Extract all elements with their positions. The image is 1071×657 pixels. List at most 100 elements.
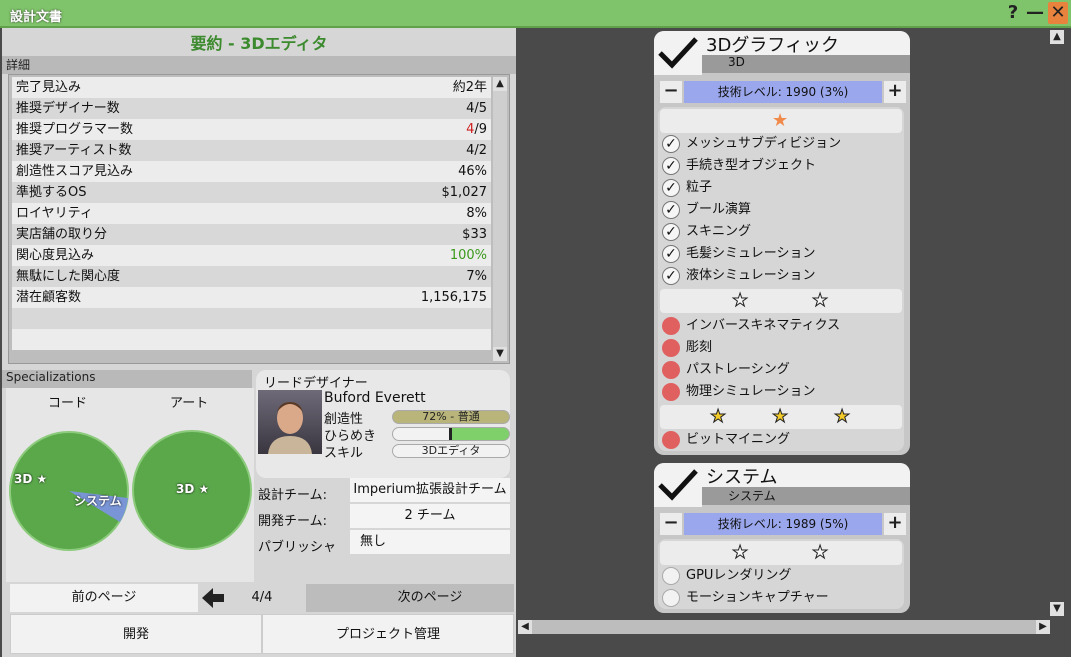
scroll-down-icon[interactable]: ▼ bbox=[1050, 602, 1064, 616]
prev-page-button[interactable]: 前のページ bbox=[10, 584, 198, 612]
code-pie-label-3d: 3D ★ bbox=[14, 472, 48, 486]
table-row-empty bbox=[12, 308, 491, 329]
tech-minus-button[interactable]: − bbox=[660, 81, 682, 103]
checked-icon[interactable]: ✓ bbox=[662, 267, 680, 285]
avatar bbox=[258, 390, 322, 454]
tech-level-control: − 技術レベル: 1990 (3%) + bbox=[660, 81, 906, 103]
card-title: 3Dグラフィック bbox=[702, 31, 910, 56]
star-gold-icon: ★ bbox=[771, 406, 789, 427]
table-row: 潜在顧客数 1,156,175 bbox=[12, 287, 491, 308]
star-outline-icon: ★ bbox=[731, 542, 749, 563]
row-value: 46% bbox=[458, 164, 487, 179]
unavailable-dot-icon bbox=[662, 339, 680, 357]
project-management-button[interactable]: プロジェクト管理 bbox=[262, 614, 514, 654]
app-window: 設計文書 ? — ✕ 要約 - 3Dエディタ 詳細 完了見込み 約2年 推奨デザ… bbox=[0, 0, 1071, 657]
row-label: 潜在顧客数 bbox=[16, 290, 82, 305]
art-pie-label-3d: 3D ★ bbox=[176, 482, 210, 496]
features-hscrollbar[interactable]: ◀ ▶ bbox=[518, 620, 1050, 634]
tech-level-label: 技術レベル: 1990 (3%) bbox=[684, 81, 882, 103]
unavailable-dot-icon bbox=[662, 317, 680, 335]
inspiration-bar bbox=[392, 427, 510, 441]
checked-icon[interactable]: ✓ bbox=[662, 135, 680, 153]
table-row: 推奨アーティスト数 4/2 bbox=[12, 140, 491, 161]
scroll-up-icon[interactable]: ▲ bbox=[493, 77, 507, 91]
scroll-down-icon[interactable]: ▼ bbox=[493, 347, 507, 361]
row-label: 実店舗の取り分 bbox=[16, 227, 108, 242]
checkmark-icon[interactable] bbox=[654, 463, 702, 507]
card-subtitle: 3D bbox=[702, 55, 910, 73]
table-row: 推奨プログラマー数 4/9 bbox=[12, 119, 491, 140]
tier-2-header: ★ ★ bbox=[660, 289, 902, 313]
design-team-value[interactable]: Imperium拡張設計チーム bbox=[350, 478, 510, 502]
feature-card-system: システム システム − 技術レベル: 1989 (5%) + ★ ★ GPUレン… bbox=[654, 463, 910, 613]
develop-button[interactable]: 開発 bbox=[10, 614, 262, 654]
unavailable-dot-icon bbox=[662, 361, 680, 379]
window-title: 設計文書 bbox=[10, 10, 63, 25]
scroll-left-icon[interactable]: ◀ bbox=[518, 620, 532, 634]
design-team-label: 設計チーム: bbox=[258, 488, 327, 503]
table-row: 完了見込み 約2年 bbox=[12, 77, 491, 98]
feature-label: 粒子 bbox=[686, 180, 713, 195]
checked-icon[interactable]: ✓ bbox=[662, 245, 680, 263]
skill-value: 3Dエディタ bbox=[392, 444, 510, 458]
star-outline-icon: ★ bbox=[811, 542, 829, 563]
row-label: 無駄にした関心度 bbox=[16, 269, 121, 284]
checked-icon[interactable]: ✓ bbox=[662, 201, 680, 219]
dev-team-value[interactable]: 2 チーム bbox=[350, 504, 510, 528]
tech-minus-button[interactable]: − bbox=[660, 513, 682, 535]
table-row: 準拠するOS $1,027 bbox=[12, 182, 491, 203]
star-gold-icon: ★ bbox=[833, 406, 851, 427]
tech-plus-button[interactable]: + bbox=[884, 513, 906, 535]
feature-card-3d-graphics: 3Dグラフィック 3D − 技術レベル: 1990 (3%) + ★ ✓ メッシュ… bbox=[654, 31, 910, 455]
scroll-up-icon[interactable]: ▲ bbox=[1050, 30, 1064, 44]
card-check-area[interactable] bbox=[654, 31, 702, 75]
title-bar[interactable]: 設計文書 ? — ✕ bbox=[0, 0, 1071, 28]
unchecked-icon[interactable] bbox=[662, 589, 680, 607]
help-icon[interactable]: ? bbox=[1003, 2, 1023, 24]
card-subtitle: システム bbox=[702, 487, 910, 505]
features-vscrollbar[interactable]: ▲ ▼ bbox=[1050, 30, 1064, 616]
row-value: $33 bbox=[462, 227, 487, 242]
publisher-value[interactable]: 無し bbox=[350, 530, 510, 554]
feature-label: ビットマイニング bbox=[686, 432, 791, 447]
lead-designer-label: リードデザイナー bbox=[264, 376, 368, 391]
unchecked-icon[interactable] bbox=[662, 567, 680, 585]
pager: 前のページ 4/4 次のページ bbox=[10, 584, 514, 614]
art-label: アート bbox=[170, 396, 209, 411]
arrow-left-icon[interactable] bbox=[200, 587, 226, 609]
feature-label: 彫刻 bbox=[686, 340, 713, 355]
row-label: ロイヤリティ bbox=[16, 206, 93, 221]
feature-list: ★ ★ GPUレンダリング モーションキャプチャー bbox=[658, 539, 904, 609]
checked-icon[interactable]: ✓ bbox=[662, 179, 680, 197]
checkmark-icon[interactable] bbox=[654, 31, 702, 75]
details-scrollbar[interactable]: ▲ ▼ bbox=[493, 77, 507, 361]
row-value: 100% bbox=[449, 248, 487, 263]
code-label: コード bbox=[48, 396, 88, 411]
tier-1-header: ★ bbox=[660, 109, 902, 133]
scroll-right-icon[interactable]: ▶ bbox=[1036, 620, 1050, 634]
checked-icon[interactable]: ✓ bbox=[662, 157, 680, 175]
features-panel: 3Dグラフィック 3D − 技術レベル: 1990 (3%) + ★ ✓ メッシュ… bbox=[518, 28, 1071, 657]
specializations-box: コード アート 3D ★ システム 3D ★ bbox=[6, 388, 254, 582]
feature-label: メッシュサブディビジョン bbox=[686, 136, 842, 151]
checked-icon[interactable]: ✓ bbox=[662, 223, 680, 241]
feature-label: 物理シミュレーション bbox=[686, 384, 816, 399]
star-outline-icon: ★ bbox=[731, 290, 749, 311]
row-label: 推奨デザイナー数 bbox=[16, 101, 120, 116]
card-check-area[interactable] bbox=[654, 463, 702, 507]
lead-designer-name: Buford Everett bbox=[324, 390, 426, 406]
page-number: 4/4 bbox=[251, 590, 273, 605]
unavailable-dot-icon bbox=[662, 431, 680, 449]
minimize-icon[interactable]: — bbox=[1025, 2, 1045, 24]
lead-designer-box: リードデザイナー Buford Everett 創造性 72% - 普通 ひらめ… bbox=[256, 370, 510, 478]
tech-plus-button[interactable]: + bbox=[884, 81, 906, 103]
next-page-button[interactable]: 次のページ bbox=[306, 584, 514, 612]
dev-team-label: 開発チーム: bbox=[258, 514, 327, 529]
specializations-label: Specializations bbox=[2, 370, 252, 388]
close-icon[interactable]: ✕ bbox=[1048, 2, 1068, 24]
summary-title: 要約 - 3Dエディタ bbox=[190, 34, 328, 53]
row-value: 4/5 bbox=[466, 101, 487, 116]
table-row-empty bbox=[12, 329, 491, 350]
star-icon: ★ bbox=[772, 110, 789, 131]
table-row: 創造性スコア見込み 46% bbox=[12, 161, 491, 182]
